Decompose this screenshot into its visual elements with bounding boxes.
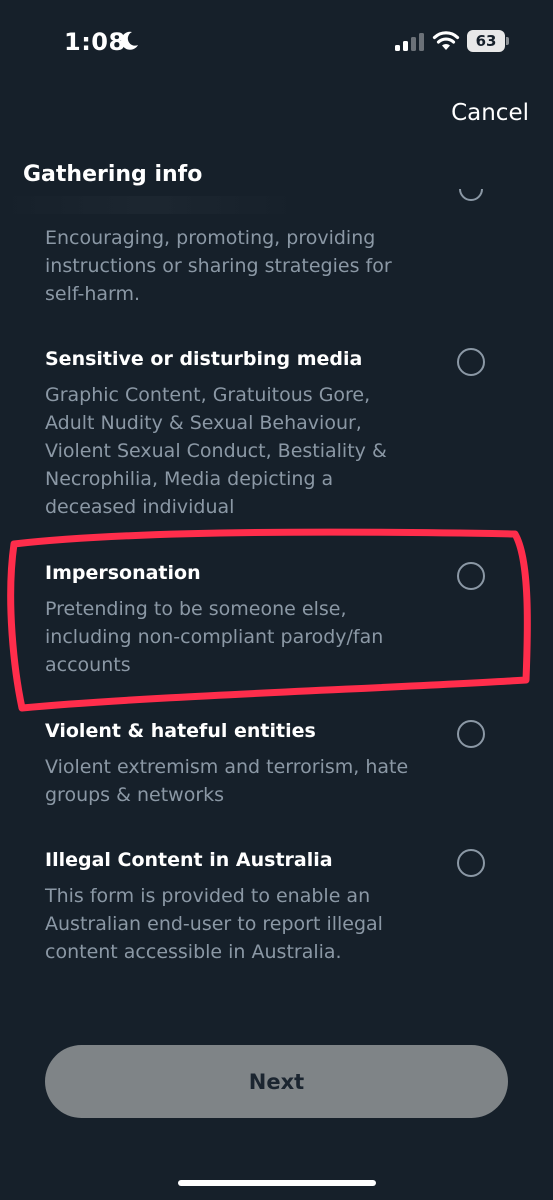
- battery-icon: 63: [467, 30, 509, 52]
- header-divider: [0, 196, 300, 214]
- status-time: 1:08: [64, 28, 126, 56]
- option-title: Sensitive or disturbing media: [45, 348, 363, 370]
- option-description: Violent extremism and terrorism, hate gr…: [45, 756, 409, 806]
- cancel-button[interactable]: Cancel: [451, 100, 529, 126]
- page-title: Gathering info: [23, 162, 203, 187]
- option-impersonation[interactable]: Impersonation Pretending to be someone e…: [0, 562, 553, 682]
- radio-unselected-icon[interactable]: [457, 720, 485, 748]
- cellular-signal-icon: [395, 33, 424, 51]
- option-description: Graphic Content, Gratuitous Gore, Adult …: [45, 384, 387, 518]
- option-violent-hateful-entities[interactable]: Violent & hateful entities Violent extre…: [0, 720, 553, 815]
- status-bar: 1:08 63: [0, 0, 553, 86]
- radio-unselected-icon[interactable]: [457, 348, 485, 376]
- home-indicator[interactable]: [178, 1180, 376, 1186]
- option-description: Encouraging, promoting, providing instru…: [45, 227, 392, 305]
- option-description: This form is provided to enable an Austr…: [45, 885, 383, 963]
- moon-icon: [121, 31, 138, 50]
- radio-unselected-icon[interactable]: [457, 562, 485, 590]
- battery-level: 63: [475, 32, 497, 50]
- option-title: Impersonation: [45, 562, 201, 584]
- option-title: Illegal Content in Australia: [45, 849, 333, 871]
- next-button[interactable]: Next: [45, 1045, 508, 1118]
- radio-unselected-icon[interactable]: [457, 187, 485, 215]
- wifi-icon: [432, 31, 460, 50]
- radio-unselected-icon[interactable]: [457, 849, 485, 877]
- option-title: Violent & hateful entities: [45, 720, 316, 742]
- option-sensitive-media[interactable]: Sensitive or disturbing media Graphic Co…: [0, 348, 553, 523]
- option-description: Pretending to be someone else, including…: [45, 598, 384, 676]
- option-illegal-content-australia[interactable]: Illegal Content in Australia This form i…: [0, 849, 553, 969]
